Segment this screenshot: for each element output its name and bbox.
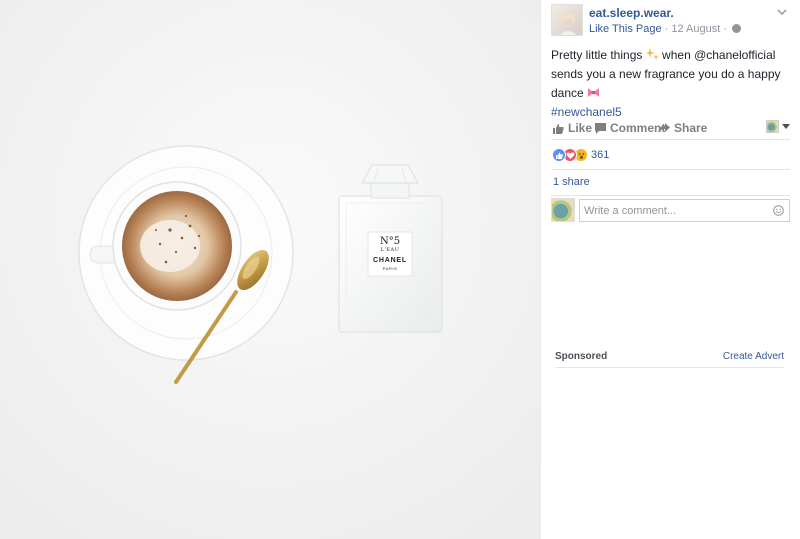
- comment-input[interactable]: [579, 199, 790, 222]
- like-button[interactable]: Like: [553, 121, 592, 135]
- reactions-summary[interactable]: 361: [551, 142, 790, 170]
- share-label: Share: [674, 121, 708, 135]
- label-brand: CHANEL: [373, 257, 407, 264]
- post-photo[interactable]: N°5 L'EAU CHANEL PARIS: [0, 0, 540, 539]
- perfume-label: N°5 L'EAU CHANEL PARIS: [368, 236, 412, 272]
- shares-summary: 1 share: [551, 170, 790, 196]
- post-as-selector[interactable]: [766, 120, 790, 134]
- post-meta: Like This Page · 12 August ·: [589, 23, 742, 35]
- speech-bubble-icon: [595, 123, 606, 134]
- label-city: PARIS: [382, 266, 398, 271]
- comment-button[interactable]: Comment: [595, 121, 665, 135]
- caret-down-icon: [782, 124, 790, 129]
- ribbon-bow-icon: [588, 88, 600, 97]
- comment-composer: [551, 198, 790, 226]
- post-header: eat.sleep.wear. Like This Page · 12 Augu…: [551, 4, 790, 38]
- photo-illustration: [0, 0, 540, 539]
- share-button[interactable]: Share: [658, 121, 707, 135]
- like-label: Like: [568, 121, 593, 135]
- thumbs-up-icon: [553, 124, 564, 134]
- meta-separator-2: ·: [720, 23, 731, 35]
- post-actions: Like Comment Share: [551, 118, 790, 140]
- meta-separator: ·: [661, 23, 672, 35]
- page-avatar[interactable]: [551, 4, 583, 36]
- commenter-avatar: [551, 198, 575, 222]
- chevron-down-icon[interactable]: [776, 7, 788, 17]
- post-date[interactable]: 12 August: [671, 23, 720, 35]
- share-arrow-icon: [658, 123, 670, 133]
- post-text: Pretty little things when @chanelofficia…: [551, 46, 791, 122]
- sponsored-label: Sponsored: [555, 351, 608, 362]
- sparkles-icon: [645, 48, 659, 60]
- create-advert-link[interactable]: Create Advert: [723, 351, 784, 362]
- label-variant: L'EAU: [380, 247, 400, 253]
- label-number: N°5: [379, 236, 401, 247]
- sponsored-section: Sponsored Create Advert: [555, 350, 784, 368]
- page-name[interactable]: eat.sleep.wear.: [589, 6, 674, 20]
- shares-link[interactable]: 1 share: [553, 176, 590, 188]
- reaction-count[interactable]: 361: [591, 149, 609, 161]
- emoji-picker-icon[interactable]: [773, 205, 784, 216]
- globe-icon: [732, 24, 742, 33]
- like-reaction-icon: [552, 148, 566, 162]
- like-page-link[interactable]: Like This Page: [589, 23, 662, 35]
- coffee-cup: [112, 181, 242, 311]
- post-sidebar: eat.sleep.wear. Like This Page · 12 Augu…: [540, 0, 800, 539]
- post-as-avatar: [766, 120, 779, 133]
- hashtag-link[interactable]: #newchanel5: [551, 105, 622, 119]
- post-text-part-1: Pretty little things: [551, 48, 646, 62]
